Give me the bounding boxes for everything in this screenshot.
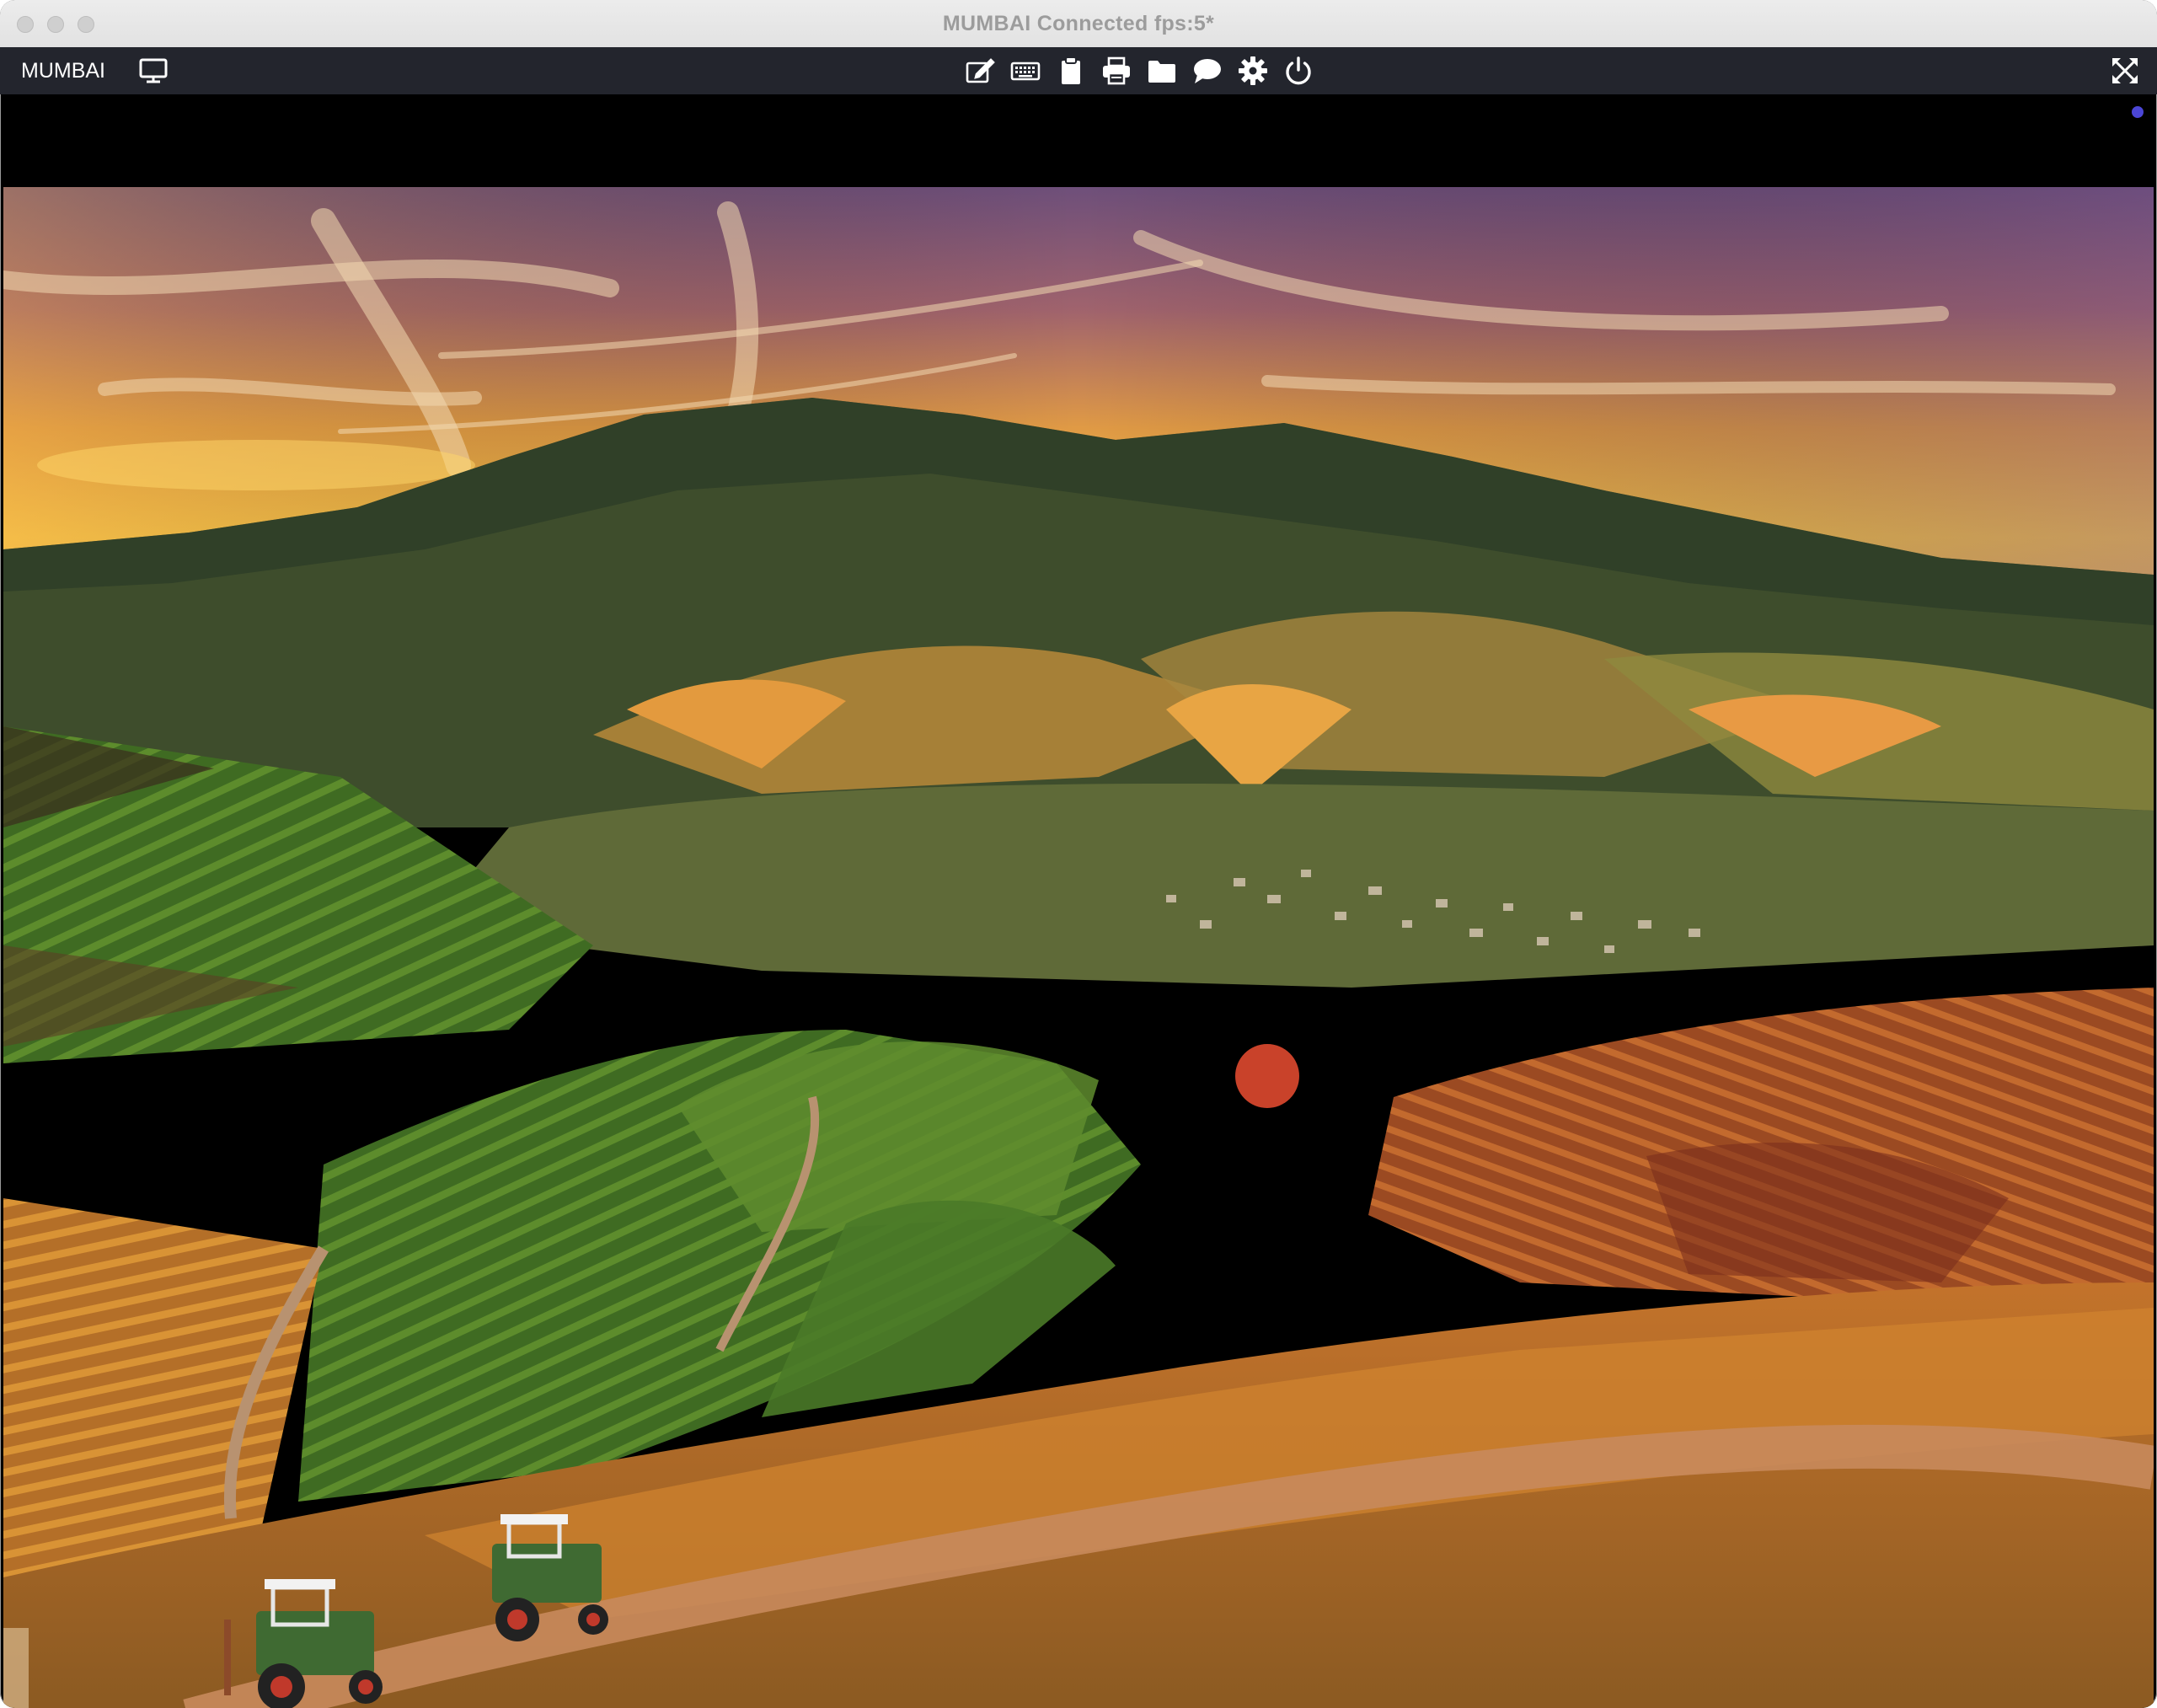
- keyboard-icon[interactable]: [1010, 56, 1041, 86]
- clipboard-icon[interactable]: [1056, 56, 1086, 86]
- activity-indicator: [2132, 106, 2144, 118]
- chat-icon[interactable]: [1192, 56, 1223, 86]
- gear-icon[interactable]: [1238, 56, 1268, 86]
- window-title: MUMBAI Connected fps:5*: [942, 12, 1215, 35]
- monitor-icon[interactable]: [138, 56, 169, 86]
- power-icon[interactable]: [1283, 56, 1314, 86]
- title-bar[interactable]: MUMBAI Connected fps:5*: [0, 0, 2157, 48]
- remote-session-viewport[interactable]: [3, 94, 2154, 1708]
- fullscreen-icon[interactable]: [2110, 56, 2140, 86]
- client-toolbar: MUMBAI: [0, 47, 2157, 94]
- remote-desktop-window: MUMBAI Connected fps:5* MUMBAI: [0, 0, 2157, 1708]
- edit-icon[interactable]: [965, 56, 995, 86]
- folder-icon[interactable]: [1147, 56, 1177, 86]
- host-name-label: MUMBAI: [21, 59, 105, 83]
- printer-icon[interactable]: [1101, 56, 1132, 86]
- desktop-wallpaper-image: [3, 187, 2154, 1708]
